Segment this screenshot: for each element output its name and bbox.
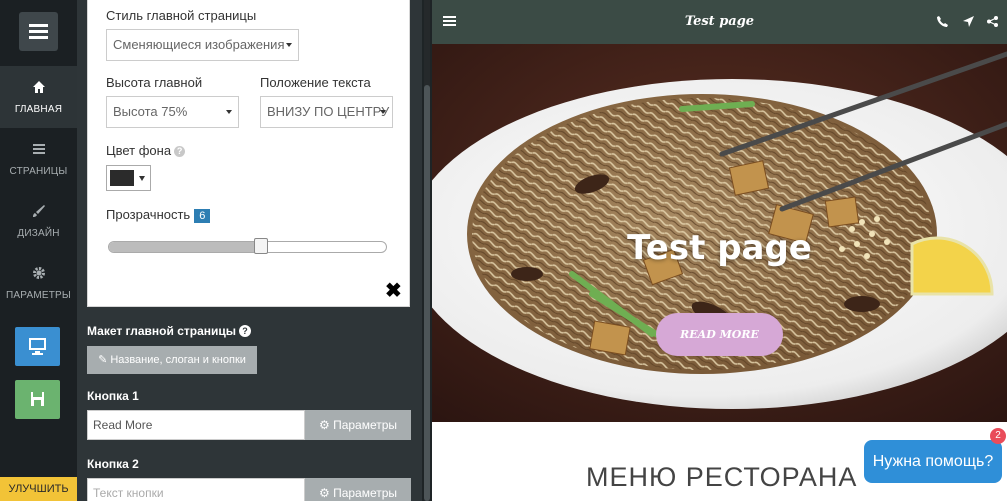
layout-button-label: Название, слоган и кнопки	[110, 354, 246, 366]
height-select-value: Высота 75%	[113, 104, 188, 119]
button1-label: Кнопка 1	[87, 389, 139, 403]
preview-topbar: Test page	[432, 0, 1007, 44]
notification-badge: 2	[990, 428, 1006, 444]
opacity-slider-thumb[interactable]	[254, 238, 269, 254]
gear-icon: ⚙	[318, 486, 330, 500]
monitor-icon	[29, 338, 46, 355]
brush-icon	[32, 205, 45, 217]
button1-text-input[interactable]: Read More	[87, 410, 305, 440]
preview-site-title: Test page	[684, 14, 755, 29]
chevron-down-icon	[139, 176, 145, 181]
layout-button[interactable]: ✎ Название, слоган и кнопки	[87, 346, 257, 374]
panel-scrollbar[interactable]	[424, 0, 430, 501]
opacity-label: Прозрачность	[106, 207, 191, 222]
opacity-slider-fill	[109, 242, 263, 252]
icon-sidebar: ГЛАВНАЯ СТРАНИЦЫ ДИЗАЙН ПАРАМЕТРЫ УЛУЧШИ…	[0, 0, 77, 501]
chevron-down-icon	[226, 110, 232, 114]
button1-params-button[interactable]: ⚙ Параметры	[305, 410, 411, 440]
pages-icon	[32, 144, 45, 154]
sidebar-item-home[interactable]: ГЛАВНАЯ	[0, 66, 77, 128]
opacity-slider-track[interactable]	[108, 241, 387, 253]
share-icon[interactable]	[987, 16, 998, 27]
app-logo[interactable]	[19, 12, 58, 51]
scrollbar-thumb[interactable]	[424, 85, 430, 501]
home-icon	[32, 81, 45, 93]
opacity-label-row: Прозрачность 6	[106, 207, 211, 223]
sidebar-item-params[interactable]: ПАРАМЕТРЫ	[0, 252, 77, 314]
button2-params-label: Параметры	[333, 486, 398, 500]
chevron-down-icon	[380, 110, 386, 114]
hero-section: Test page READ MORE	[432, 44, 1007, 422]
bg-color-label: Цвет фона	[106, 143, 172, 158]
save-icon	[31, 392, 44, 406]
site-preview: Test page Test page READ MORE МЕНЮ РЕСТО…	[432, 0, 1007, 501]
sidebar-item-design[interactable]: ДИЗАЙН	[0, 190, 77, 252]
color-swatch	[110, 170, 134, 186]
text-position-select-value: ВНИЗУ ПО ЦЕНТРУ	[267, 104, 390, 119]
close-icon[interactable]: ✖	[385, 281, 402, 301]
homepage-settings-card: Стиль главной страницы Сменяющиеся изобр…	[87, 0, 410, 307]
help-icon[interactable]: ?	[174, 146, 186, 157]
sidebar-item-label: ГЛАВНАЯ	[14, 104, 63, 115]
gear-icon	[32, 267, 45, 279]
button1-params-label: Параметры	[333, 418, 398, 432]
button2-label: Кнопка 2	[87, 457, 139, 471]
help-chat-button[interactable]: Нужна помощь?	[864, 440, 1002, 483]
sidebar-item-label: СТРАНИЦЫ	[9, 166, 68, 177]
style-label: Стиль главной страницы	[106, 8, 257, 23]
bg-color-picker[interactable]	[106, 165, 151, 191]
upgrade-button[interactable]: УЛУЧШИТЬ	[0, 477, 77, 501]
brush-icon: ✎	[98, 354, 108, 366]
save-button[interactable]	[15, 380, 60, 419]
style-select-value: Сменяющиеся изображения	[113, 37, 285, 52]
settings-panel: Стиль главной страницы Сменяющиеся изобр…	[77, 0, 422, 501]
location-icon[interactable]	[963, 16, 974, 27]
desktop-view-button[interactable]	[15, 327, 60, 366]
hero-title: Test page	[627, 228, 812, 268]
button2-params-button[interactable]: ⚙ Параметры	[305, 478, 411, 501]
sidebar-item-label: ПАРАМЕТРЫ	[6, 290, 71, 301]
sidebar-item-label: ДИЗАЙН	[17, 228, 60, 239]
layout-label: Макет главной страницы	[87, 324, 237, 338]
text-position-select[interactable]: ВНИЗУ ПО ЦЕНТРУ	[260, 96, 393, 128]
opacity-value-badge: 6	[194, 209, 211, 223]
button2-text-input[interactable]: Текст кнопки	[87, 478, 305, 501]
text-position-label: Положение текста	[260, 75, 371, 90]
bg-color-label-row: Цвет фона?	[106, 143, 186, 158]
read-more-button[interactable]: READ MORE	[656, 313, 783, 356]
height-label: Высота главной	[106, 75, 203, 90]
sidebar-item-pages[interactable]: СТРАНИЦЫ	[0, 128, 77, 190]
gear-icon: ⚙	[318, 418, 330, 432]
layout-label-row: Макет главной страницы?	[87, 324, 252, 338]
chevron-down-icon	[286, 43, 292, 47]
height-select[interactable]: Высота 75%	[106, 96, 239, 128]
section-title: МЕНЮ РЕСТОРАНА	[586, 462, 858, 492]
help-icon[interactable]: ?	[239, 325, 252, 337]
style-select[interactable]: Сменяющиеся изображения	[106, 29, 299, 61]
phone-icon[interactable]	[937, 16, 948, 27]
